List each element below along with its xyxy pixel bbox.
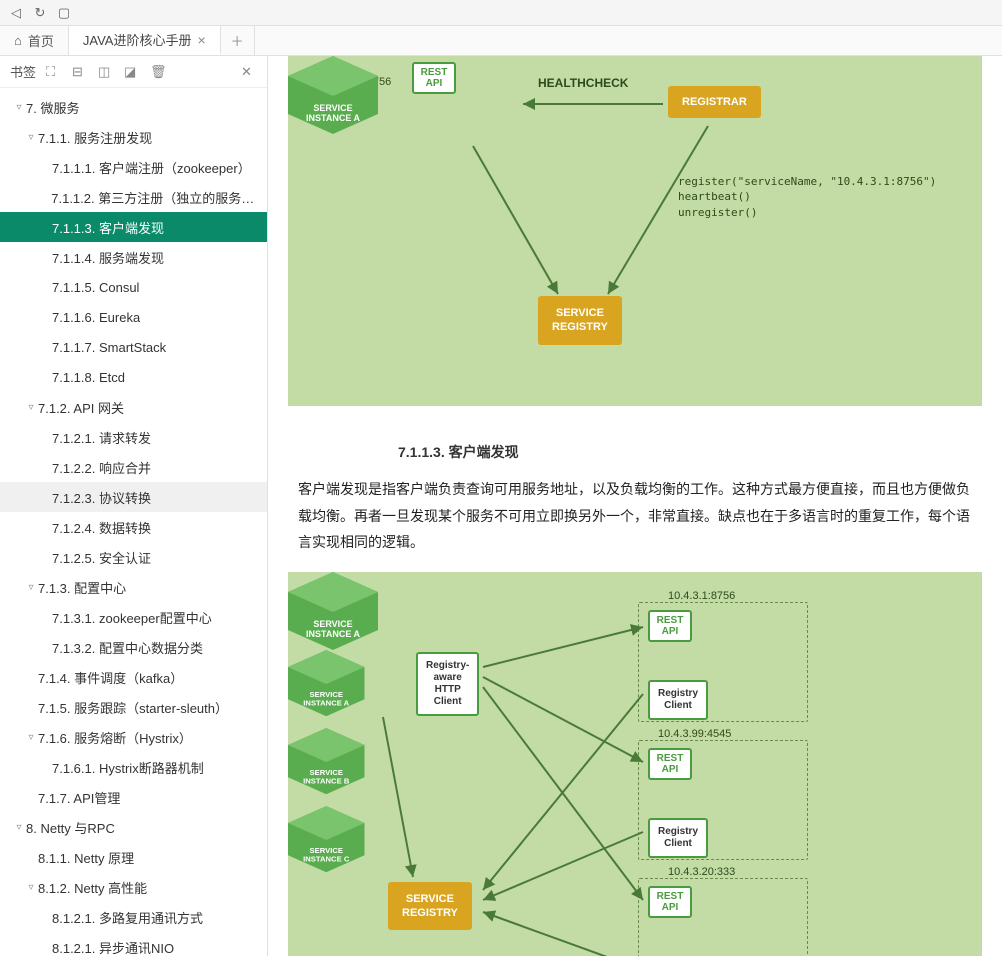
- tree-label: 7.1.7. API管理: [38, 788, 120, 807]
- tree-node[interactable]: 7.1.3.1. zookeeper配置中心: [0, 602, 267, 632]
- bookmark-icon[interactable]: ◫: [98, 64, 114, 80]
- tree-node[interactable]: ▿8. Netty 与RPC: [0, 812, 267, 842]
- close-icon[interactable]: ×: [197, 32, 205, 48]
- tab-document[interactable]: JAVA进阶核心手册 ×: [69, 26, 221, 55]
- sidebar-title: 书签: [10, 62, 36, 81]
- tree-label: 7.1.3.2. 配置中心数据分类: [52, 638, 203, 657]
- tree-label: 7.1.1.1. 客户端注册（zookeeper）: [52, 158, 251, 177]
- back-icon[interactable]: ◁: [8, 5, 24, 21]
- tree-node[interactable]: 7.1.1.3. 客户端发现: [0, 212, 267, 242]
- tree-label: 7. 微服务: [26, 98, 79, 117]
- forward-icon[interactable]: ↻: [32, 5, 48, 21]
- tree-label: 7.1.1.2. 第三方注册（独立的服务Reg...: [51, 188, 259, 207]
- caret-icon: ▿: [26, 732, 36, 743]
- tree-label: 8.1.2.1. 多路复用通讯方式: [52, 908, 203, 927]
- tree-label: 7.1.1.8. Etcd: [52, 370, 125, 385]
- tree-node[interactable]: ▿7.1.2. API 网关: [0, 392, 267, 422]
- caret-icon: ▿: [26, 402, 36, 413]
- tree-node[interactable]: 7.1.1.6. Eureka: [0, 302, 267, 332]
- tree-node[interactable]: 7.1.4. 事件调度（kafka）: [0, 662, 267, 692]
- tree-label: 7.1.1.6. Eureka: [52, 310, 140, 325]
- tab-document-label: JAVA进阶核心手册: [83, 30, 192, 49]
- save-icon[interactable]: ▢: [56, 5, 72, 21]
- section-heading: 7.1.1.3. 客户端发现: [268, 426, 1002, 476]
- tree-node[interactable]: ▿7.1.6. 服务熔断（Hystrix）: [0, 722, 267, 752]
- tree-label: 7.1.1.5. Consul: [52, 280, 139, 295]
- tree-label: 8. Netty 与RPC: [26, 818, 115, 837]
- tab-home-label: 首页: [28, 31, 54, 50]
- caret-icon: ▿: [14, 102, 24, 113]
- caret-icon: ▿: [26, 882, 36, 893]
- tree-node[interactable]: 7.1.2.4. 数据转换: [0, 512, 267, 542]
- tree-label: 7.1.6. 服务熔断（Hystrix）: [38, 728, 192, 747]
- tree-label: 7.1.2. API 网关: [38, 398, 124, 417]
- tree-label: 8.1.2. Netty 高性能: [38, 878, 147, 897]
- caret-icon: ▿: [14, 822, 24, 833]
- tree-node[interactable]: 7.1.1.2. 第三方注册（独立的服务Reg...: [0, 182, 267, 212]
- tree-label: 7.1.2.1. 请求转发: [52, 428, 151, 447]
- caret-icon: ▿: [26, 132, 36, 143]
- tree-node[interactable]: 7.1.1.8. Etcd: [0, 362, 267, 392]
- tree-label: 7.1.4. 事件调度（kafka）: [38, 668, 183, 687]
- tree-node[interactable]: 7.1.1.7. SmartStack: [0, 332, 267, 362]
- tree-node[interactable]: 8.1.1. Netty 原理: [0, 842, 267, 872]
- tree-node[interactable]: 7.1.1.1. 客户端注册（zookeeper）: [0, 152, 267, 182]
- tree-label: 7.1.6.1. Hystrix断路器机制: [52, 758, 204, 777]
- bookmark-tree: ▿7. 微服务▿7.1.1. 服务注册发现7.1.1.1. 客户端注册（zook…: [0, 88, 267, 956]
- tree-label: 7.1.1.3. 客户端发现: [52, 218, 164, 237]
- tree-label: 7.1.1.4. 服务端发现: [52, 248, 164, 267]
- tree-node[interactable]: ▿7.1.1. 服务注册发现: [0, 122, 267, 152]
- tree-node[interactable]: ▿7. 微服务: [0, 92, 267, 122]
- tree-label: 7.1.1.7. SmartStack: [52, 340, 166, 355]
- close-sidebar-icon[interactable]: ✕: [241, 64, 257, 80]
- bookmarks-sidebar: 书签 ⛶ ⊟ ◫ ◪ 🗑 ✕ ▿7. 微服务▿7.1.1. 服务注册发现7.1.…: [0, 56, 268, 956]
- tab-home[interactable]: ⌂ 首页: [0, 26, 69, 55]
- section-paragraph: 客户端发现是指客户端负责查询可用服务地址，以及负载均衡的工作。这种方式最方便直接…: [268, 476, 1002, 572]
- tab-add[interactable]: ＋: [221, 26, 255, 55]
- tree-node[interactable]: ▿8.1.2. Netty 高性能: [0, 872, 267, 902]
- tab-bar: ⌂ 首页 JAVA进阶核心手册 × ＋: [0, 26, 1002, 56]
- caret-icon: ▿: [26, 582, 36, 593]
- tree-label: 8.1.1. Netty 原理: [38, 848, 134, 867]
- tree-label: 8.1.2.1. 异步通讯NIO: [52, 938, 174, 956]
- tree-node[interactable]: 7.1.1.4. 服务端发现: [0, 242, 267, 272]
- tree-node[interactable]: 8.1.2.1. 多路复用通讯方式: [0, 902, 267, 932]
- tree-label: 7.1.3. 配置中心: [38, 578, 126, 597]
- tree-label: 7.1.2.2. 响应合并: [52, 458, 151, 477]
- tree-node[interactable]: 7.1.3.2. 配置中心数据分类: [0, 632, 267, 662]
- bookmark-add-icon[interactable]: ◪: [124, 64, 140, 80]
- tree-label: 7.1.2.3. 协议转换: [52, 488, 151, 507]
- tree-label: 7.1.3.1. zookeeper配置中心: [52, 608, 212, 627]
- diagram-service-registration: 10.4.3.1:8756 REST API SERVICE INSTANCE …: [288, 56, 982, 406]
- collapse-icon[interactable]: ⊟: [72, 64, 88, 80]
- tree-label: 7.1.5. 服务跟踪（starter-sleuth）: [38, 698, 228, 717]
- tree-node[interactable]: 7.1.2.3. 协议转换: [0, 482, 267, 512]
- tree-node[interactable]: 7.1.2.2. 响应合并: [0, 452, 267, 482]
- tree-node[interactable]: 7.1.7. API管理: [0, 782, 267, 812]
- tree-node[interactable]: 7.1.6.1. Hystrix断路器机制: [0, 752, 267, 782]
- tree-label: 7.1.2.5. 安全认证: [52, 548, 151, 567]
- tree-node[interactable]: 7.1.2.5. 安全认证: [0, 542, 267, 572]
- document-content[interactable]: 10.4.3.1:8756 REST API SERVICE INSTANCE …: [268, 56, 1002, 956]
- tree-node[interactable]: 7.1.5. 服务跟踪（starter-sleuth）: [0, 692, 267, 722]
- expand-icon[interactable]: ⛶: [46, 64, 62, 80]
- tree-node[interactable]: 7.1.1.5. Consul: [0, 272, 267, 302]
- home-icon: ⌂: [14, 33, 22, 48]
- tree-node[interactable]: ▿7.1.3. 配置中心: [0, 572, 267, 602]
- sidebar-header: 书签 ⛶ ⊟ ◫ ◪ 🗑 ✕: [0, 56, 267, 88]
- app-toolbar: ◁ ↻ ▢: [0, 0, 1002, 26]
- diagram-client-discovery: SERVICE INSTANCE A Registry- aware HTTP …: [288, 572, 982, 956]
- tree-node[interactable]: 8.1.2.1. 异步通讯NIO: [0, 932, 267, 956]
- tree-label: 7.1.2.4. 数据转换: [52, 518, 151, 537]
- delete-icon[interactable]: 🗑: [150, 64, 166, 80]
- tree-node[interactable]: 7.1.2.1. 请求转发: [0, 422, 267, 452]
- tree-label: 7.1.1. 服务注册发现: [38, 128, 152, 147]
